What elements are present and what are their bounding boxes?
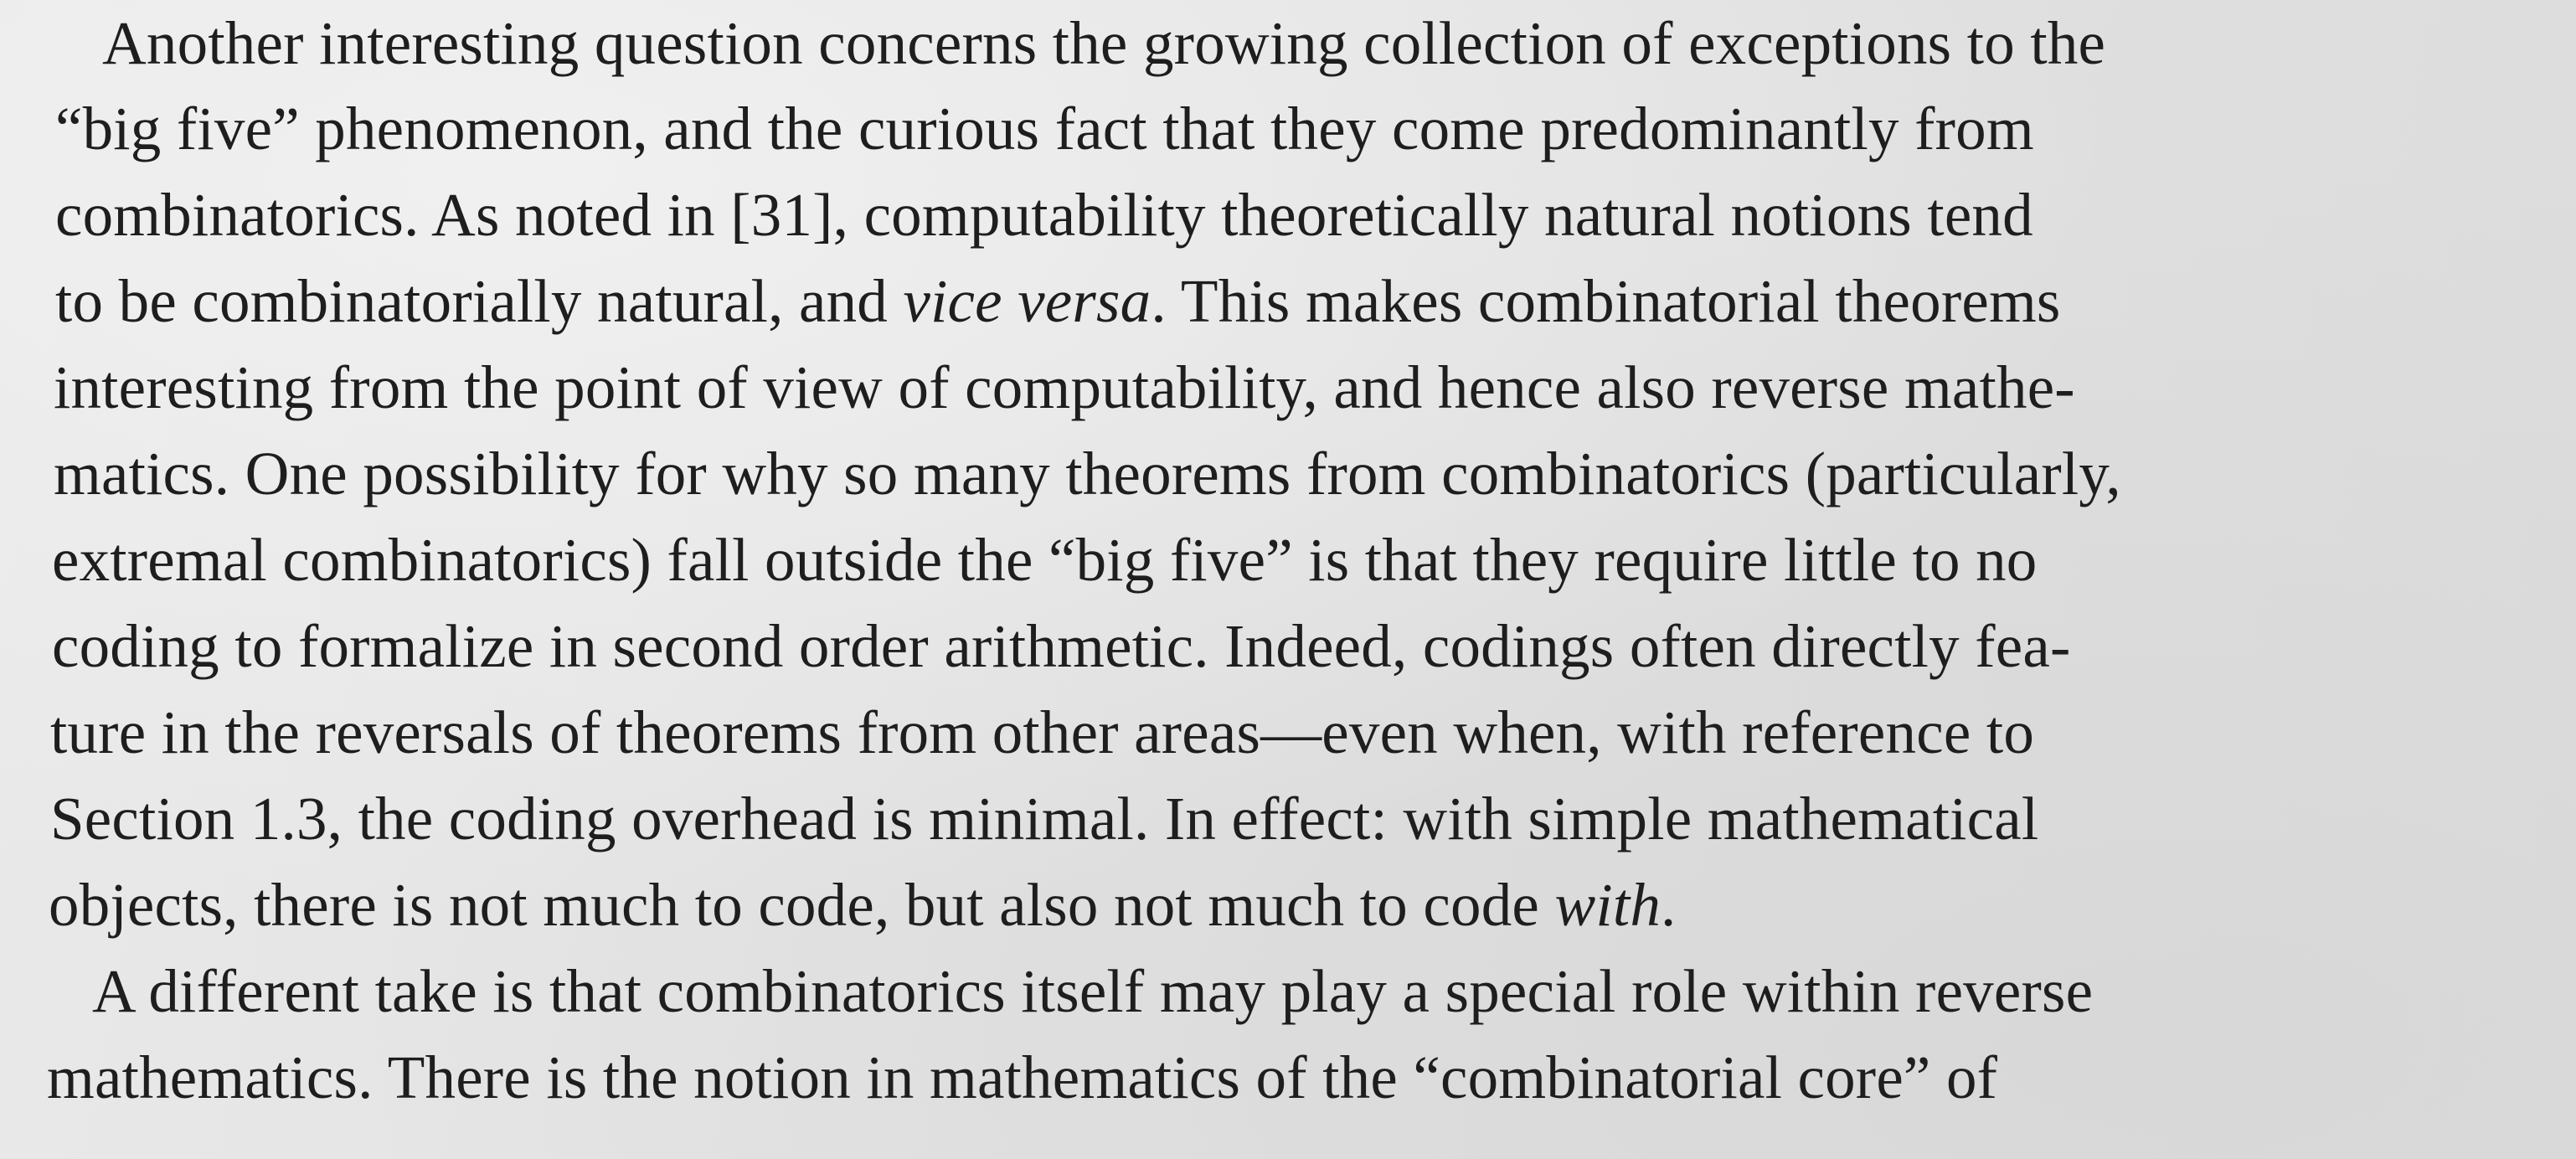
text-line-4: to be combinatorially natural, and vice … (55, 260, 2060, 343)
text-line-11: objects, there is not much to code, but … (49, 863, 1677, 947)
text-line-3: combinatorics. As noted in [31], computa… (55, 181, 2033, 249)
text-line-9: ture in the reversals of theorems from o… (50, 698, 2035, 766)
text-line-12: A different take is that combinatorics i… (92, 957, 2094, 1025)
line-11-part-2: . (1661, 871, 1677, 939)
text-line-1: Another interesting question concerns th… (102, 9, 2106, 77)
line-11-part-1: objects, there is not much to code, but … (49, 871, 1555, 939)
italic-with: with (1554, 871, 1662, 939)
book-page: Another interesting question concerns th… (0, 0, 2576, 1159)
line-4-part-1: to be combinatorially natural, and (55, 267, 904, 335)
text-line-6: matics. One possibility for why so many … (54, 440, 2121, 507)
text-line-13: mathematics. There is the notion in math… (47, 1043, 1998, 1111)
italic-vice-versa: vice versa (903, 267, 1151, 335)
line-4-part-2: . This makes combinatorial theorems (1151, 267, 2061, 335)
text-line-5: interesting from the point of view of co… (54, 353, 2075, 421)
text-line-10: Section 1.3, the coding overhead is mini… (50, 785, 2039, 853)
text-line-7: extremal combinatorics) fall outside the… (52, 526, 2038, 594)
text-line-8: coding to formalize in second order arit… (52, 612, 2071, 680)
text-line-2: “big five” phenomenon, and the curious f… (55, 95, 2034, 162)
